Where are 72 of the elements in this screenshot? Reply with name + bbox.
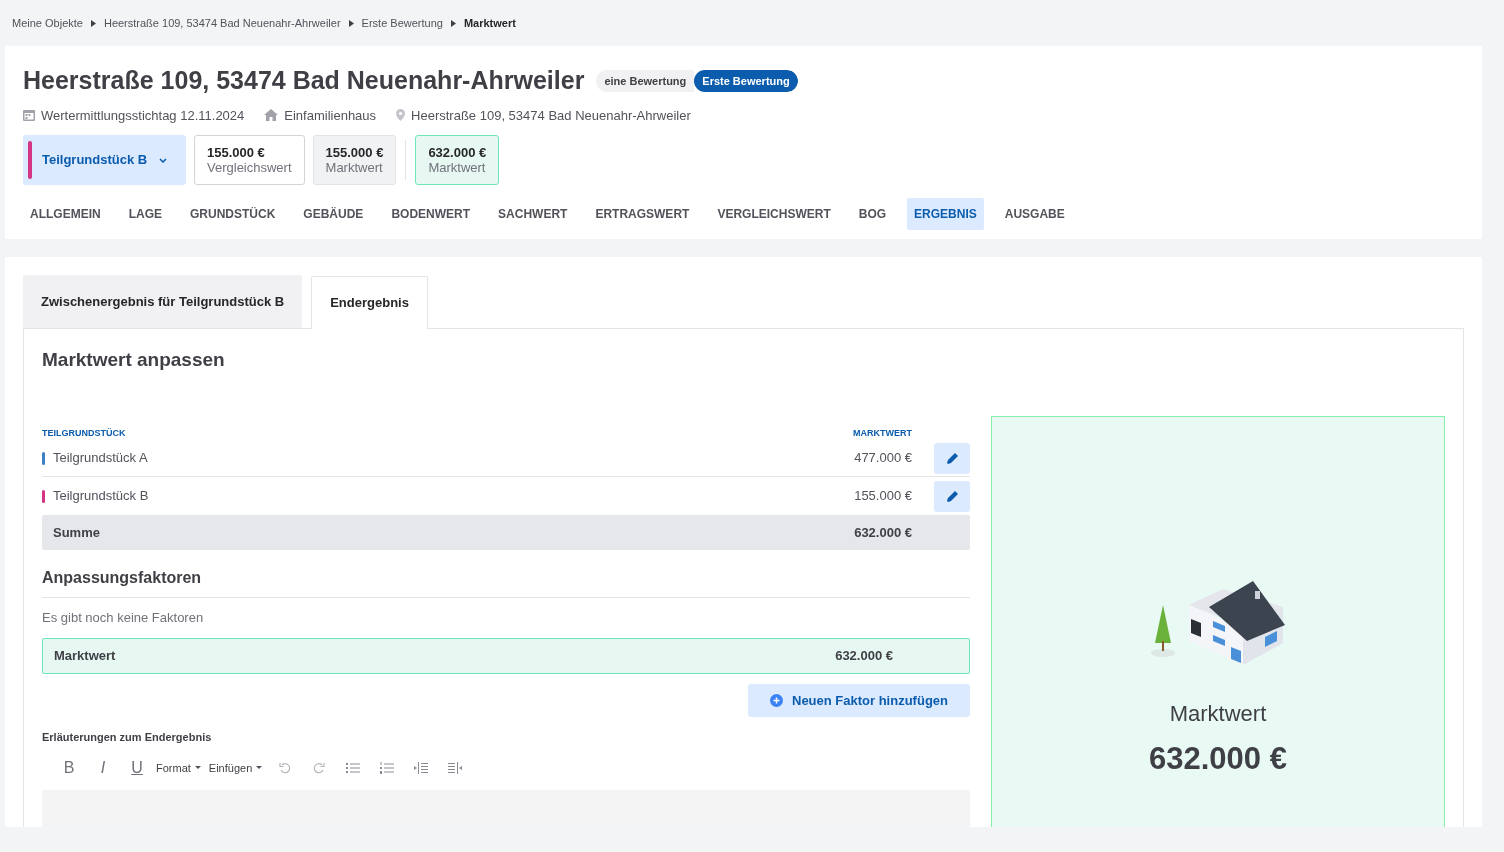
plus-circle-icon xyxy=(770,694,783,708)
value-label: Marktwert xyxy=(428,160,487,175)
italic-button[interactable]: I xyxy=(86,755,120,780)
caret-down-icon xyxy=(256,766,263,770)
edit-button[interactable] xyxy=(934,480,970,512)
factors-heading: Anpassungsfaktoren xyxy=(42,566,970,599)
result-tab[interactable]: Endergebnis xyxy=(311,276,428,329)
breadcrumb-link[interactable]: Meine Objekte xyxy=(12,14,83,32)
valuation-count-badge: eine Bewertung xyxy=(596,69,695,92)
table-cell-text: Teilgrundstück B xyxy=(53,487,150,506)
underline-button[interactable]: U xyxy=(120,755,154,780)
nav-tab[interactable]: GEBÄUDE xyxy=(296,198,371,230)
bullet-list-icon xyxy=(346,761,361,774)
section-title: Marktwert anpassen xyxy=(42,348,226,372)
nav-tab[interactable]: GRUNDSTÜCK xyxy=(183,198,283,230)
table-cell-text: 477.000 € xyxy=(854,449,912,468)
value-amount: 155.000 € xyxy=(325,145,384,160)
breadcrumb-link[interactable]: Erste Bewertung xyxy=(361,14,443,32)
pen-icon xyxy=(945,489,959,503)
bold-button[interactable]: B xyxy=(52,755,86,780)
undo-icon xyxy=(279,761,292,774)
caret-right-icon xyxy=(450,19,456,27)
sum-label: Summe xyxy=(53,523,101,542)
nav-tab[interactable]: SACHWERT xyxy=(491,198,575,230)
meta-text: Einfamilienhaus xyxy=(284,106,377,125)
meta-text: Heerstraße 109, 53474 Bad Neuenahr-Ahrweiler xyxy=(411,106,691,125)
chevron-down-icon xyxy=(159,157,168,163)
caret-right-icon xyxy=(348,19,354,27)
meta-text: Wertermittlungsstichtag 12.11.2024 xyxy=(41,106,245,125)
nav-tab[interactable]: VERGLEICHSWERT xyxy=(710,198,838,230)
empty-message: Es gibt noch keine Faktoren xyxy=(42,609,205,628)
outdent-icon xyxy=(414,761,429,774)
edit-button[interactable] xyxy=(934,442,970,474)
toolbar-menu[interactable]: Einfügen xyxy=(208,759,263,777)
value-label: Vergleichswert xyxy=(207,160,292,175)
value-amount: 155.000 € xyxy=(207,145,266,160)
breadcrumb-current: Marktwert xyxy=(463,15,516,31)
nav-tab[interactable]: ERGEBNIS xyxy=(907,198,984,230)
map-pin-icon xyxy=(396,109,406,122)
house-icon xyxy=(264,109,279,122)
table-cell-text: Teilgrundstück A xyxy=(53,449,149,468)
parcel-dropdown[interactable]: Teilgrundstück B xyxy=(23,135,186,185)
caret-down-icon xyxy=(194,766,201,770)
column-header: TEILGRUNDSTÜCK xyxy=(42,426,127,440)
breadcrumb-link[interactable]: Heerstraße 109, 53474 Bad Neuenahr-Ahrweiler xyxy=(103,14,341,32)
nav-tab[interactable]: AUSGABE xyxy=(997,198,1072,230)
add-factor-button[interactable]: Neuen Faktor hinzufügen xyxy=(748,684,970,718)
sum-value: 632.000 € xyxy=(854,523,912,542)
valuation-badge: Erste Bewertung xyxy=(694,69,798,92)
pen-icon xyxy=(945,451,959,465)
editor-label: Erläuterungen zum Endergebnis xyxy=(42,730,213,746)
page-title: Heerstraße 109, 53474 Bad Neuenahr-Ahrweiler xyxy=(23,65,585,96)
numbered-list-icon xyxy=(380,761,395,774)
value-label: Marktwert xyxy=(325,160,384,175)
redo-icon xyxy=(313,761,326,774)
toolbar-menu[interactable]: Format xyxy=(156,759,201,777)
column-header: MARKTWERT xyxy=(853,426,912,440)
value-amount: 632.000 € xyxy=(428,145,487,160)
nav-tab[interactable]: LAGE xyxy=(121,198,169,230)
summary-label: Marktwert xyxy=(1169,700,1267,728)
result-tab[interactable]: Zwischenergebnis für Teilgrundstück B xyxy=(23,275,303,328)
result-value: 632.000 € xyxy=(835,647,893,666)
table-cell-text: 155.000 € xyxy=(854,487,912,506)
nav-tab[interactable]: BODENWERT xyxy=(384,198,478,230)
result-label: Marktwert xyxy=(54,647,117,666)
nav-tab[interactable]: ALLGEMEIN xyxy=(23,198,108,230)
indent-icon xyxy=(448,761,463,774)
summary-value: 632.000 € xyxy=(1149,740,1287,778)
nav-tab[interactable]: BOG xyxy=(851,198,894,230)
caret-right-icon xyxy=(90,19,96,27)
nav-tab[interactable]: ERTRAGSWERT xyxy=(588,198,697,230)
calendar-icon xyxy=(23,109,35,122)
